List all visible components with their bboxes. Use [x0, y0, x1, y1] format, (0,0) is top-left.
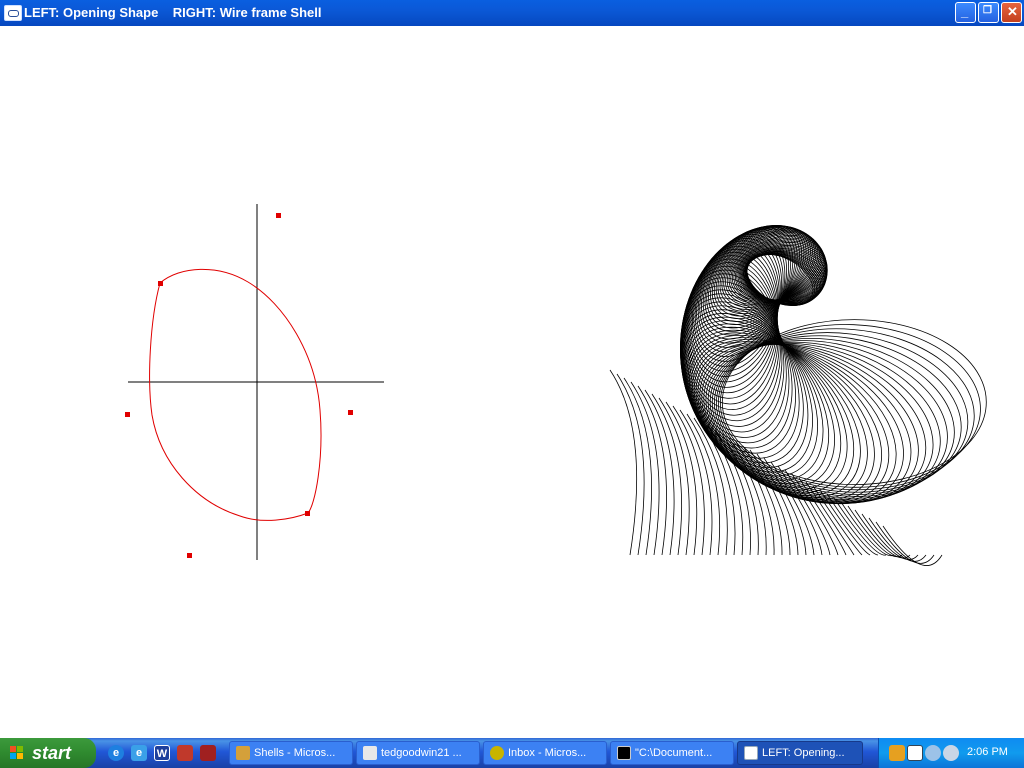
control-point: [158, 281, 163, 286]
word-icon[interactable]: W: [154, 745, 170, 761]
canvas-svg: [125, 204, 987, 566]
start-label: start: [32, 743, 72, 763]
control-point: [125, 412, 130, 417]
control-point: [187, 553, 192, 558]
task-label: Shells - Micros...: [254, 747, 336, 759]
task-shells[interactable]: Shells - Micros...: [229, 741, 353, 765]
cmd-icon: [617, 746, 631, 760]
shell-arc: [609, 369, 638, 556]
window-icon: [744, 746, 758, 760]
tray-calendar-icon[interactable]: [907, 745, 923, 761]
internet-explorer-icon[interactable]: e: [108, 745, 124, 761]
outlook-icon: [490, 746, 504, 760]
app-icon[interactable]: [177, 745, 193, 761]
opening-shape-curve: [149, 268, 322, 521]
tray-network-icon[interactable]: [925, 745, 941, 761]
outlook-express-icon[interactable]: e: [131, 745, 147, 761]
tray-speaker-icon[interactable]: [943, 745, 959, 761]
task-messenger[interactable]: tedgoodwin21 ...: [356, 741, 480, 765]
task-label: LEFT: Opening...: [762, 747, 845, 759]
taskbar: start e e W Shells - Micros... tedgoodwi…: [0, 738, 1024, 768]
minimize-icon: _: [961, 4, 969, 19]
control-point: [305, 511, 310, 516]
tray-person-icon[interactable]: [889, 745, 905, 761]
start-button[interactable]: start: [0, 738, 96, 768]
windows-logo-icon: [10, 746, 24, 760]
shell-arc: [658, 397, 690, 556]
task-opening-shape[interactable]: LEFT: Opening...: [737, 741, 863, 765]
shell-arc: [623, 377, 652, 556]
task-inbox[interactable]: Inbox - Micros...: [483, 741, 607, 765]
task-label: "C:\Document...: [635, 747, 713, 759]
shell-arc: [882, 525, 943, 566]
control-point: [348, 410, 353, 415]
restore-button[interactable]: ❐: [978, 2, 999, 23]
wire-frame-shell: [609, 224, 987, 566]
restore-icon: ❐: [983, 5, 992, 16]
shells-icon: [236, 746, 250, 760]
task-label: tedgoodwin21 ...: [381, 747, 462, 759]
close-icon: ✕: [1007, 4, 1018, 19]
shell-arc: [665, 401, 698, 556]
app2-icon[interactable]: [200, 745, 216, 761]
messenger-icon: [363, 746, 377, 760]
title-bar: LEFT: Opening Shape RIGHT: Wire frame Sh…: [0, 0, 1024, 26]
control-point: [276, 213, 281, 218]
window-app-icon[interactable]: [4, 5, 22, 21]
shell-arc: [651, 393, 682, 556]
shell-ring: [711, 337, 955, 497]
task-label: Inbox - Micros...: [508, 747, 587, 759]
drawing-canvas: [0, 26, 1024, 738]
window-title: LEFT: Opening Shape RIGHT: Wire frame Sh…: [24, 5, 322, 20]
shell-arc: [616, 373, 645, 556]
close-button[interactable]: ✕: [1001, 2, 1022, 23]
minimize-button[interactable]: _: [955, 2, 976, 23]
clock: 2:06 PM: [967, 746, 1008, 758]
task-cmd[interactable]: "C:\Document...: [610, 741, 734, 765]
opening-shape-plot: [125, 204, 384, 560]
control-points: [125, 213, 353, 558]
